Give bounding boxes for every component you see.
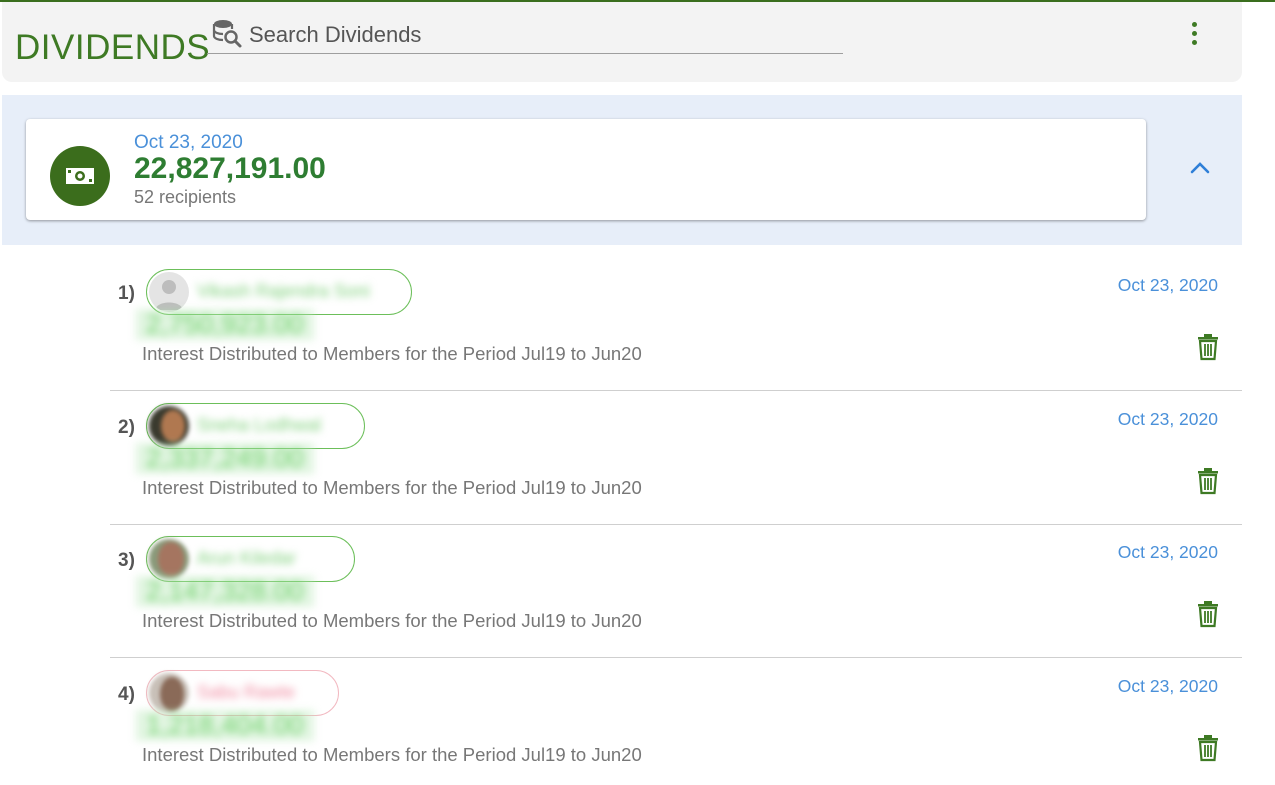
row-description: Interest Distributed to Members for the … — [142, 343, 642, 364]
more-options-icon[interactable] — [1184, 22, 1204, 52]
list-item: 3) Arun Kiledar 2,147,328.00 Interest Di… — [110, 524, 1242, 658]
row-description: Interest Distributed to Members for the … — [142, 610, 642, 631]
money-icon — [50, 146, 110, 206]
recipient-name: Sneha Lodhwal — [197, 415, 322, 435]
row-date: Oct 23, 2020 — [1117, 409, 1218, 429]
row-index: 1) — [118, 283, 135, 304]
trash-icon[interactable] — [1195, 600, 1221, 628]
recipient-name: Vikash Rajendra Soni — [197, 281, 370, 301]
row-description: Interest Distributed to Members for the … — [142, 477, 642, 498]
row-index: 4) — [118, 684, 135, 705]
avatar — [149, 406, 189, 446]
avatar — [149, 673, 189, 713]
list-item: 1) Vikash Rajendra Soni 2,750,923.00 Int… — [110, 257, 1242, 391]
list-item: 4) Sabu Rawte 1,218,404.00 Interest Dist… — [110, 658, 1242, 785]
page-title: DIVIDENDS — [15, 28, 211, 67]
recipient-amount: 2,337,249.00 — [136, 443, 314, 474]
recipient-amount: 2,147,328.00 — [136, 576, 314, 607]
summary-date: Oct 23, 2020 — [134, 132, 243, 153]
list-item: 2) Sneha Lodhwal 2,337,249.00 Interest D… — [110, 391, 1242, 525]
trash-icon[interactable] — [1195, 467, 1221, 495]
recipient-amount: 2,750,923.00 — [136, 309, 314, 340]
row-index: 2) — [118, 417, 135, 438]
chevron-up-icon[interactable] — [1187, 155, 1213, 181]
recipient-name: Sabu Rawte — [197, 682, 296, 702]
recipient-amount: 1,218,404.00 — [136, 710, 314, 741]
row-index: 3) — [118, 550, 135, 571]
dividend-summary-band: Oct 23, 2020 22,827,191.00 52 recipients — [2, 95, 1242, 245]
avatar — [149, 272, 189, 312]
avatar — [149, 539, 189, 579]
app-header: DIVIDENDS — [2, 2, 1242, 82]
summary-amount: 22,827,191.00 — [134, 152, 326, 185]
search-input[interactable] — [207, 16, 843, 54]
recipient-name: Arun Kiledar — [197, 548, 297, 568]
row-description: Interest Distributed to Members for the … — [142, 744, 642, 765]
trash-icon[interactable] — [1195, 734, 1221, 762]
row-date: Oct 23, 2020 — [1117, 676, 1218, 696]
row-date: Oct 23, 2020 — [1117, 275, 1218, 295]
summary-recipients: 52 recipients — [134, 187, 237, 207]
row-date: Oct 23, 2020 — [1117, 542, 1218, 562]
trash-icon[interactable] — [1195, 333, 1221, 361]
dividend-summary-card[interactable]: Oct 23, 2020 22,827,191.00 52 recipients — [26, 119, 1146, 220]
